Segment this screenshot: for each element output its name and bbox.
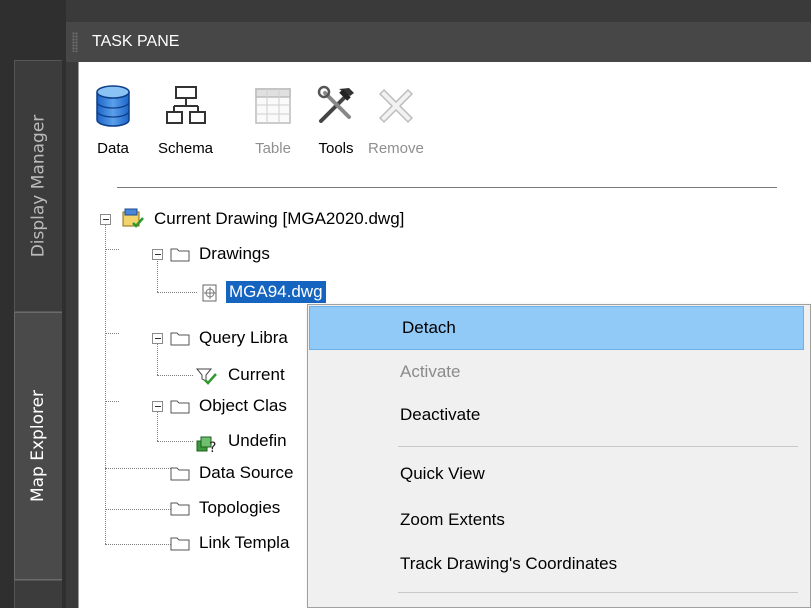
menu-item-activate[interactable]: Activate xyxy=(308,350,805,394)
expander-query-library[interactable] xyxy=(152,333,163,344)
tree-connector xyxy=(105,401,119,402)
tree-node-link-templates[interactable]: Link Templa xyxy=(170,530,292,556)
table-button-label: Table xyxy=(255,140,291,157)
tree-connector xyxy=(157,292,197,293)
query-check-icon xyxy=(195,367,219,385)
folder-icon xyxy=(170,535,190,551)
menu-item-label: Activate xyxy=(400,362,461,381)
tools-button[interactable]: Tools xyxy=(314,84,358,157)
toolbar: Data Schema Table Tools Remove xyxy=(79,62,811,172)
tree-node-undefined[interactable]: ? Undefin xyxy=(195,428,290,456)
schema-button[interactable]: Schema xyxy=(158,84,213,157)
tree-node-drawings[interactable]: Drawings xyxy=(170,241,273,267)
tree-node-data-sources[interactable]: Data Source xyxy=(170,460,297,486)
tree-node-current-query[interactable]: Current xyxy=(195,362,288,388)
menu-item-label: Track Drawing's Coordinates xyxy=(400,554,618,573)
expander-object-classes[interactable] xyxy=(152,401,163,412)
tree-connector xyxy=(157,340,158,375)
task-pane-titlebar[interactable]: TASK PANE xyxy=(66,22,811,62)
table-button[interactable]: Table xyxy=(251,84,295,157)
tree-connector xyxy=(105,509,171,510)
side-tab-strip: Display Manager Map Explorer xyxy=(0,0,66,608)
tree-node-label: Topologies xyxy=(199,498,281,517)
menu-separator xyxy=(398,592,798,593)
tree-connector xyxy=(105,224,106,544)
tab-map-explorer[interactable]: Map Explorer xyxy=(14,312,62,580)
remove-button[interactable]: Remove xyxy=(368,84,424,157)
menu-item-quick-view[interactable]: Quick View xyxy=(308,452,805,496)
tree-connector xyxy=(157,375,193,376)
expander-drawings[interactable] xyxy=(152,249,163,260)
menu-item-detach[interactable]: Detach xyxy=(309,306,804,350)
tree-connector xyxy=(105,468,171,469)
tree-connector xyxy=(105,333,119,334)
schema-button-label: Schema xyxy=(158,140,214,157)
tree-node-label: MGA94.dwg xyxy=(226,281,326,303)
menu-item-track-coordinates[interactable]: Track Drawing's Coordinates xyxy=(308,542,805,586)
tools-icon xyxy=(314,84,358,128)
current-drawing-icon xyxy=(121,208,145,230)
menu-item-zoom-extents[interactable]: Zoom Extents xyxy=(308,498,805,542)
tree-node-label: Query Libra xyxy=(199,328,288,347)
schema-icon xyxy=(164,84,208,128)
toolbar-separator xyxy=(117,187,777,188)
tree-node-label: Current xyxy=(228,365,285,384)
folder-icon xyxy=(170,246,190,262)
tree-connector xyxy=(157,256,158,292)
tree-connector xyxy=(105,544,171,545)
undefined-class-icon: ? xyxy=(195,433,219,456)
tab-display-manager-label: Display Manager xyxy=(28,114,49,258)
remove-x-icon xyxy=(374,84,418,128)
menu-item-label: Detach xyxy=(402,318,456,337)
tree-connector xyxy=(157,441,193,442)
drag-grip-icon[interactable] xyxy=(72,32,78,52)
menu-item-deactivate[interactable]: Deactivate xyxy=(308,393,805,437)
tab-display-manager[interactable]: Display Manager xyxy=(14,60,62,312)
tree-node-current-drawing[interactable]: Current Drawing [MGA2020.dwg] xyxy=(121,206,407,232)
folder-icon xyxy=(170,500,190,516)
tab-map-explorer-label: Map Explorer xyxy=(28,389,49,503)
menu-item-label: Quick View xyxy=(400,464,485,483)
tree-node-object-classes[interactable]: Object Clas xyxy=(170,393,290,419)
tools-button-label: Tools xyxy=(318,140,354,157)
drawing-file-icon xyxy=(200,284,220,302)
database-icon xyxy=(91,84,135,128)
task-pane-title: TASK PANE xyxy=(92,33,180,50)
menu-item-label: Zoom Extents xyxy=(400,510,505,529)
tab-extra[interactable] xyxy=(14,580,62,608)
tree-node-label: Link Templa xyxy=(199,533,290,552)
folder-icon xyxy=(170,465,190,481)
folder-icon xyxy=(170,398,190,414)
tree-node-label: Object Clas xyxy=(199,396,287,415)
remove-button-label: Remove xyxy=(368,140,424,157)
menu-item-label: Deactivate xyxy=(400,405,481,424)
expander-root[interactable] xyxy=(100,214,111,225)
tree-connector xyxy=(105,249,119,250)
tree-node-topologies[interactable]: Topologies xyxy=(170,495,283,521)
folder-icon xyxy=(170,330,190,346)
data-button-label: Data xyxy=(97,140,129,157)
table-icon xyxy=(251,84,295,128)
tree-connector xyxy=(157,408,158,441)
data-button[interactable]: Data xyxy=(91,84,135,157)
context-menu: Detach Activate Deactivate Quick View Zo… xyxy=(307,304,811,608)
tree-node-label: Undefin xyxy=(228,431,287,450)
menu-separator xyxy=(398,446,798,447)
tree-node-label: Data Source xyxy=(199,463,294,482)
tree-node-mga94-dwg[interactable]: MGA94.dwg xyxy=(200,279,326,305)
tree-node-query-library[interactable]: Query Libra xyxy=(170,325,291,351)
tree-node-label: Drawings xyxy=(199,244,270,263)
svg-text:?: ? xyxy=(209,440,216,453)
tree-node-label: Current Drawing [MGA2020.dwg] xyxy=(154,209,405,228)
